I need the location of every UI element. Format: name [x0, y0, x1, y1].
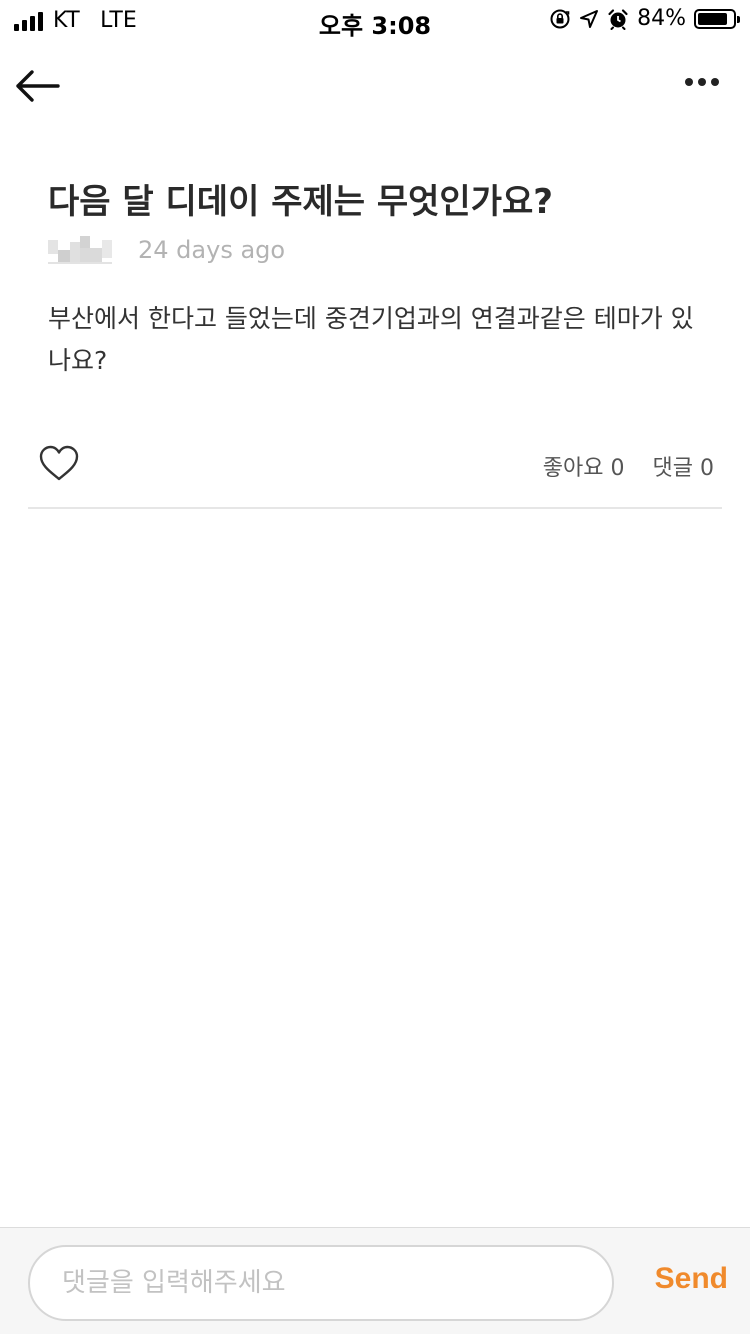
- post-title: 다음 달 디데이 주제는 무엇인가요?: [48, 182, 553, 222]
- battery-level: [698, 12, 727, 25]
- battery-icon: [694, 8, 740, 29]
- author-name-redacted[interactable]: [48, 236, 112, 264]
- battery-percent: 84%: [637, 6, 686, 31]
- more-options-button[interactable]: [682, 70, 722, 94]
- more-horizontal-icon: [685, 78, 693, 86]
- send-button[interactable]: Send: [655, 1262, 728, 1296]
- post-counts: 좋아요 0 댓글 0: [543, 450, 714, 482]
- post-meta: 24 days ago: [48, 236, 285, 264]
- post-body: 부산에서 한다고 들었는데 중견기업과의 연결과같은 테마가 있나요?: [48, 304, 694, 375]
- back-button[interactable]: [14, 66, 62, 106]
- heart-outline-icon: [39, 445, 79, 481]
- rotation-lock-icon: [549, 8, 571, 30]
- comments-count[interactable]: 댓글 0: [653, 450, 714, 482]
- status-bar: KT LTE 오후 3:08 84%: [0, 0, 750, 40]
- like-button[interactable]: [38, 444, 80, 484]
- likes-count[interactable]: 좋아요 0: [543, 450, 625, 482]
- divider: [28, 507, 722, 509]
- alarm-icon: [607, 8, 629, 30]
- arrow-left-icon: [16, 70, 60, 102]
- comment-bar: Send: [0, 1227, 750, 1334]
- location-icon: [579, 9, 599, 29]
- comment-input[interactable]: [28, 1245, 614, 1321]
- post-date: 24 days ago: [138, 236, 286, 264]
- status-bar-right: 84%: [549, 6, 740, 31]
